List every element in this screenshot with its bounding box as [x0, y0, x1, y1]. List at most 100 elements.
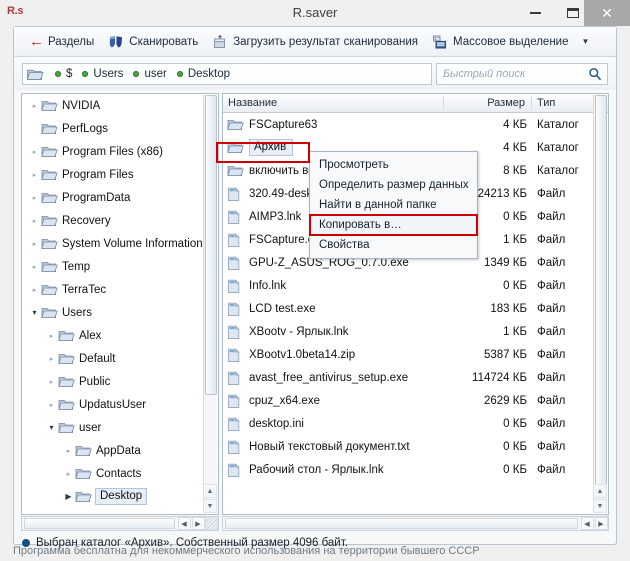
tree-item-temp[interactable]: ▸ Temp	[22, 255, 204, 278]
file-scroll-up-button[interactable]: ▲	[593, 484, 607, 498]
tree-item-nvidia[interactable]: ▸ NVIDIA	[22, 94, 204, 117]
chevron-right-icon[interactable]: ▸	[45, 355, 58, 363]
breadcrumb-item-3[interactable]: Desktop	[170, 68, 233, 80]
chevron-right-icon[interactable]: ▸	[28, 217, 41, 225]
file-row[interactable]: FSCapture63 4 КБ Каталог	[223, 113, 594, 136]
context-menu-item[interactable]: Определить размер данных	[310, 175, 477, 195]
tree-item-program-files-x86[interactable]: ▸ Program Files (x86)	[22, 140, 204, 163]
context-menu-item[interactable]: Просмотреть	[310, 155, 477, 175]
chevron-right-icon[interactable]: ▸	[28, 286, 41, 294]
license-footnote: Программа бесплатна для некоммерческого …	[13, 545, 480, 557]
file-vertical-scrollbar[interactable]	[593, 95, 607, 499]
tree-item-perflogs[interactable]: PerfLogs	[22, 117, 204, 140]
file-hscroll-left-button[interactable]: ◀	[580, 517, 594, 530]
tree-item-contacts[interactable]: ▸ Contacts	[22, 462, 204, 485]
tree-item-system-volume-information[interactable]: ▸ System Volume Information	[22, 232, 204, 255]
chevron-down-icon[interactable]: ▾	[28, 308, 41, 317]
tree-item-programdata[interactable]: ▸ ProgramData	[22, 186, 204, 209]
breadcrumb-item-2[interactable]: user	[126, 68, 169, 80]
tree-item-terratec[interactable]: ▸ TerraTec	[22, 278, 204, 301]
back-arrow-icon: ←	[29, 32, 44, 50]
tree-item-public[interactable]: ▸ Public	[22, 370, 204, 393]
column-header-name[interactable]: Название	[223, 97, 443, 109]
file-row[interactable]: LCD test.exe 183 КБ Файл	[223, 297, 594, 320]
tree-item-appdata[interactable]: ▸ AppData	[22, 439, 204, 462]
file-type-cell: Файл	[537, 371, 566, 384]
search-box[interactable]: Быстрый поиск	[436, 63, 608, 85]
tree-hscroll-track[interactable]	[24, 518, 175, 529]
chevron-right-icon[interactable]: ▸	[62, 470, 75, 478]
chevron-right-icon[interactable]: ▸	[45, 378, 58, 386]
file-horizontal-scrollbar[interactable]: ◀ ▶	[222, 516, 609, 531]
search-input-placeholder[interactable]: Быстрый поиск	[437, 68, 525, 80]
chevron-right-icon[interactable]: ▸	[28, 263, 41, 271]
file-list-header: Название Размер Тип	[223, 94, 608, 113]
file-row[interactable]: desktop.ini 0 КБ Файл	[223, 412, 594, 435]
column-header-type[interactable]: Тип	[531, 97, 594, 109]
file-scroll-down-button[interactable]: ▼	[593, 499, 607, 513]
close-button[interactable]: ✕	[584, 0, 630, 26]
tree-item-default[interactable]: ▸ Default	[22, 347, 204, 370]
tree-item-user[interactable]: ▾ user	[22, 416, 204, 439]
context-menu[interactable]: Просмотреть Определить размер данных Найти…	[309, 151, 478, 259]
tree-item-program-files[interactable]: ▸ Program Files	[22, 163, 204, 186]
chevron-right-icon[interactable]: ▶	[62, 492, 75, 501]
file-row[interactable]: XBootv1.0beta14.zip 5387 КБ Файл	[223, 343, 594, 366]
context-menu-item-label: Определить размер данных	[319, 179, 469, 191]
file-row[interactable]: Рабочий стол - Ярлык.lnk 0 КБ Файл	[223, 458, 594, 481]
chevron-right-icon[interactable]: ▸	[45, 401, 58, 409]
left-arrow-icon: ◀	[584, 520, 590, 528]
file-name-label: AIMP3.lnk	[249, 210, 302, 223]
breadcrumb[interactable]: $ Users user Desktop	[22, 63, 432, 85]
tree-hscroll-right-button[interactable]: ▶	[191, 517, 205, 530]
file-row[interactable]: avast_free_antivirus_setup.exe 114724 КБ Ф…	[223, 366, 594, 389]
file-row[interactable]: cpuz_x64.exe 2629 КБ Файл	[223, 389, 594, 412]
chevron-down-icon[interactable]: ▾	[45, 423, 58, 432]
context-menu-item[interactable]: Копировать в…	[309, 214, 478, 236]
file-type-cell: Файл	[537, 440, 566, 453]
file-scroll-thumb[interactable]	[595, 95, 607, 490]
tree-item-users[interactable]: ▾ Users	[22, 301, 204, 324]
context-menu-item[interactable]: Найти в данной папке	[310, 195, 477, 215]
tree-item-alex[interactable]: ▸ Alex	[22, 324, 204, 347]
file-size-cell: 2629 КБ	[483, 394, 527, 407]
tree-item-recovery[interactable]: ▸ Recovery	[22, 209, 204, 232]
minimize-button[interactable]	[516, 0, 554, 26]
tree-item-desktop[interactable]: ▶ Desktop	[22, 485, 204, 508]
file-icon	[227, 255, 244, 270]
chevron-right-icon[interactable]: ▸	[62, 447, 75, 455]
chevron-right-icon[interactable]: ▸	[28, 148, 41, 156]
column-header-size[interactable]: Размер	[443, 97, 531, 109]
tree-hscroll-left-button[interactable]: ◀	[177, 517, 191, 530]
tree-item-updatususer[interactable]: ▸ UpdatusUser	[22, 393, 204, 416]
toolbar-overflow-caret[interactable]: ▼	[582, 37, 590, 46]
file-row[interactable]: XBootv - Ярлык.lnk 1 КБ Файл	[223, 320, 594, 343]
chevron-right-icon[interactable]: ▸	[28, 171, 41, 179]
file-row[interactable]: Info.lnk 0 КБ Файл	[223, 274, 594, 297]
context-menu-item[interactable]: Свойства	[310, 235, 477, 255]
breadcrumb-item-0[interactable]: $	[48, 68, 75, 80]
toolbar-item-partitions[interactable]: ← Разделы	[22, 29, 101, 55]
search-icon[interactable]	[588, 67, 607, 81]
file-name-cell: desktop.ini	[223, 416, 449, 431]
resize-grip-icon[interactable]	[205, 517, 218, 530]
toolbar-item-mass-select[interactable]: Массовое выделение	[425, 29, 575, 55]
tree-scroll-thumb[interactable]	[205, 95, 217, 395]
toolbar-item-load-scan[interactable]: Загрузить результат сканирования	[205, 29, 425, 55]
folder-tree-pane[interactable]: ▸ NVIDIA PerfLogs ▸ Program Files (x86) ▸ Prog…	[21, 93, 219, 515]
breadcrumb-item-1[interactable]: Users	[75, 68, 126, 80]
tree-vertical-scrollbar[interactable]	[203, 95, 217, 499]
tree-horizontal-scrollbar[interactable]: ◀ ▶	[21, 516, 219, 531]
tree-scroll-down-button[interactable]: ▼	[203, 499, 217, 513]
chevron-right-icon[interactable]: ▸	[28, 194, 41, 202]
chevron-right-icon[interactable]: ▸	[28, 240, 41, 248]
file-hscroll-right-button[interactable]: ▶	[594, 517, 608, 530]
chevron-right-icon[interactable]: ▸	[45, 332, 58, 340]
context-menu-item-label: Просмотреть	[319, 159, 389, 171]
toolbar-item-scan[interactable]: Сканировать	[101, 29, 205, 55]
file-row[interactable]: Новый текстовый документ.txt 0 КБ Файл	[223, 435, 594, 458]
file-hscroll-track[interactable]	[225, 518, 578, 529]
chevron-right-icon[interactable]: ▸	[28, 102, 41, 110]
tree-scroll-up-button[interactable]: ▲	[203, 484, 217, 498]
folder-icon	[41, 99, 58, 113]
